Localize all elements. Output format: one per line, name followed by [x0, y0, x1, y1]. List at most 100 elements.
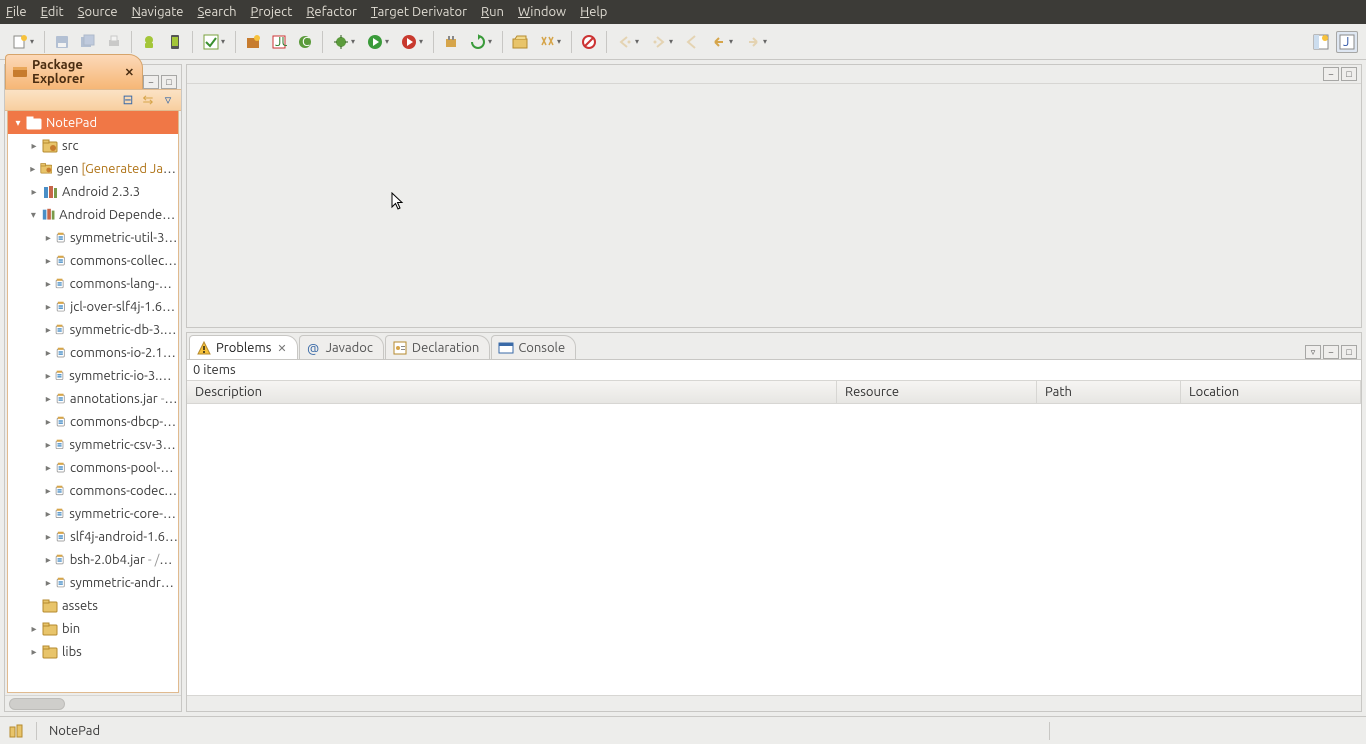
tree-item[interactable]: ▸commons-codec-1.3.jar - /h — [8, 479, 178, 502]
tree-item[interactable]: ▸commons-lang-2.3.jar - /ho — [8, 272, 178, 295]
junit-icon[interactable]: JU — [268, 31, 290, 53]
expand-open-icon[interactable]: ▾ — [28, 209, 39, 221]
avd-icon[interactable] — [164, 31, 186, 53]
link-editor-icon[interactable]: ⇆ — [141, 93, 155, 107]
expand-closed-icon[interactable]: ▸ — [44, 347, 53, 359]
editor-minimize-button[interactable]: – — [1323, 67, 1339, 81]
android-sdk-icon[interactable] — [138, 31, 160, 53]
debug-icon[interactable] — [329, 31, 359, 53]
expand-closed-icon[interactable]: ▸ — [44, 485, 52, 497]
tree-item[interactable]: ▸symmetric-io-3.1.4-SNAPSH — [8, 364, 178, 387]
maximize-view-button[interactable]: □ — [1341, 345, 1357, 359]
ext-tools-icon[interactable] — [397, 31, 427, 53]
expand-closed-icon[interactable]: ▸ — [44, 393, 53, 405]
run-icon[interactable] — [363, 31, 393, 53]
minimize-view-button[interactable]: – — [1323, 345, 1339, 359]
menu-window[interactable]: Window — [518, 5, 566, 19]
column-location[interactable]: Location — [1181, 381, 1361, 403]
expand-closed-icon[interactable]: ▸ — [44, 301, 53, 313]
tree-item[interactable]: ▸symmetric-db-3.1.4-SNAPS — [8, 318, 178, 341]
new-package-icon[interactable] — [242, 31, 264, 53]
minimize-view-button[interactable]: – — [143, 75, 159, 89]
expand-closed-icon[interactable]: ▸ — [44, 577, 53, 589]
forward-icon[interactable] — [741, 31, 771, 53]
tree-item[interactable]: ▸slf4j-android-1.6.1-RC1.jar — [8, 525, 178, 548]
new-class-icon[interactable]: C — [294, 31, 316, 53]
expand-open-icon[interactable]: ▾ — [12, 117, 24, 129]
console-tab[interactable]: Console — [491, 335, 576, 359]
problems-horizontal-scrollbar[interactable] — [187, 695, 1361, 711]
expand-closed-icon[interactable]: ▸ — [28, 163, 38, 175]
tree-item[interactable]: ▸Android 2.3.3 — [8, 180, 178, 203]
new-plugin-icon[interactable] — [440, 31, 462, 53]
close-icon[interactable]: ✕ — [125, 66, 134, 79]
tree-item[interactable]: ▸bsh-2.0b4.jar - /home/cshe — [8, 548, 178, 571]
tree-item[interactable]: ▸symmetric-csv-3.1.4-SNAPS — [8, 433, 178, 456]
view-menu-icon[interactable]: ▿ — [1305, 345, 1321, 359]
javadoc-tab[interactable]: @Javadoc — [299, 335, 384, 359]
menu-edit[interactable]: Edit — [41, 5, 64, 19]
tree-item[interactable]: ▸commons-io-2.1.jar - /hom — [8, 341, 178, 364]
view-menu-icon[interactable]: ▿ — [161, 93, 175, 107]
menu-target-derivator[interactable]: Target Derivator — [371, 5, 467, 19]
search-icon[interactable] — [535, 31, 565, 53]
expand-closed-icon[interactable]: ▸ — [44, 416, 53, 428]
expand-closed-icon[interactable]: ▸ — [44, 324, 52, 336]
menu-project[interactable]: Project — [251, 5, 293, 19]
declaration-tab[interactable]: Declaration — [385, 335, 490, 359]
menu-search[interactable]: Search — [197, 5, 236, 19]
expand-closed-icon[interactable]: ▸ — [44, 232, 53, 244]
back-icon[interactable] — [707, 31, 737, 53]
problems-tab[interactable]: Problems✕ — [189, 335, 298, 359]
menu-run[interactable]: Run — [481, 5, 504, 19]
expand-closed-icon[interactable]: ▸ — [44, 370, 52, 382]
update-icon[interactable] — [466, 31, 496, 53]
stop-icon[interactable] — [578, 31, 600, 53]
expand-closed-icon[interactable]: ▸ — [44, 439, 52, 451]
tree-item[interactable]: ▾Android Dependencies — [8, 203, 178, 226]
column-resource[interactable]: Resource — [837, 381, 1037, 403]
empty-editor-canvas[interactable] — [187, 83, 1361, 327]
nav-back-grp-icon[interactable] — [613, 31, 643, 53]
tree-item[interactable]: ▸commons-pool-1.5.4.jar - / — [8, 456, 178, 479]
menu-help[interactable]: Help — [580, 5, 607, 19]
collapse-all-icon[interactable]: ⊟ — [121, 93, 135, 107]
tree-item[interactable]: ▸src — [8, 134, 178, 157]
tree-horizontal-scrollbar[interactable] — [5, 695, 181, 711]
tree-item[interactable]: ▸libs — [8, 640, 178, 663]
tree-item[interactable]: ▸symmetric-util-3.1.4-SNAP — [8, 226, 178, 249]
nav-prev-icon[interactable] — [681, 31, 703, 53]
package-explorer-tree[interactable]: ▾NotePad▸src▸gen [Generated Java Files]▸… — [8, 111, 178, 692]
expand-closed-icon[interactable]: ▸ — [44, 508, 52, 520]
tree-item[interactable]: ▸commons-collections-3.2.j — [8, 249, 178, 272]
tree-item[interactable]: ▸jcl-over-slf4j-1.6.4.jar - /ho — [8, 295, 178, 318]
expand-closed-icon[interactable]: ▸ — [28, 623, 40, 635]
tree-item[interactable]: ▾NotePad — [8, 111, 178, 134]
tree-item[interactable]: ▸symmetric-core-3.1.4-SNAP — [8, 502, 178, 525]
expand-closed-icon[interactable]: ▸ — [44, 531, 53, 543]
tree-item[interactable]: ▸annotations.jar - /opt/sdk/ — [8, 387, 178, 410]
tree-item[interactable]: ▸commons-dbcp-1.3.jar - /h — [8, 410, 178, 433]
tree-item[interactable]: assets — [8, 594, 178, 617]
problems-columns[interactable]: DescriptionResourcePathLocation — [187, 380, 1361, 404]
save-all-icon[interactable] — [77, 31, 99, 53]
expand-closed-icon[interactable]: ▸ — [28, 186, 40, 198]
check-icon[interactable] — [199, 31, 229, 53]
tree-item[interactable]: ▸bin — [8, 617, 178, 640]
expand-closed-icon[interactable]: ▸ — [44, 255, 53, 267]
expand-closed-icon[interactable]: ▸ — [44, 554, 52, 566]
column-description[interactable]: Description — [187, 381, 837, 403]
maximize-view-button[interactable]: □ — [161, 75, 177, 89]
nav-fwd-grp-icon[interactable] — [647, 31, 677, 53]
editor-maximize-button[interactable]: □ — [1341, 67, 1357, 81]
expand-closed-icon[interactable]: ▸ — [28, 140, 40, 152]
java-perspective-icon[interactable]: J — [1336, 31, 1358, 53]
menu-file[interactable]: File — [6, 5, 27, 19]
open-type-icon[interactable] — [509, 31, 531, 53]
package-explorer-tab[interactable]: Package Explorer ✕ — [5, 54, 143, 89]
close-icon[interactable]: ✕ — [277, 342, 286, 355]
tree-item[interactable]: ▸symmetric-android-3.1.4-S — [8, 571, 178, 594]
column-path[interactable]: Path — [1037, 381, 1181, 403]
menu-refactor[interactable]: Refactor — [306, 5, 357, 19]
expand-closed-icon[interactable]: ▸ — [44, 462, 53, 474]
